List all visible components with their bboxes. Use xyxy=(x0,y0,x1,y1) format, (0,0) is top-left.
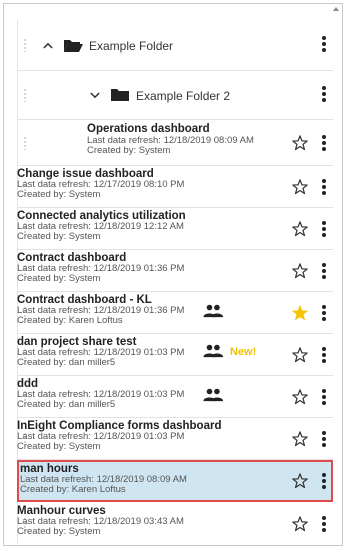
dashboard-created-by: Created by: System xyxy=(87,145,171,156)
dashboard-more-options-icon[interactable] xyxy=(321,221,327,237)
dashboard-created-by: Created by: System xyxy=(17,526,101,537)
star-outline-icon[interactable] xyxy=(291,472,309,490)
dashboard-row[interactable]: Manhour curves Last data refresh: 12/18/… xyxy=(17,503,333,544)
folder-icon xyxy=(111,89,129,101)
dashboard-more-options-icon[interactable] xyxy=(321,179,327,195)
dashboard-row[interactable]: InEight Compliance forms dashboard Last … xyxy=(17,418,333,460)
dashboard-more-options-icon[interactable] xyxy=(321,135,327,151)
dashboard-more-options-icon[interactable] xyxy=(321,431,327,447)
chevron-down-icon[interactable] xyxy=(90,92,100,99)
shared-people-icon xyxy=(203,344,224,358)
chevron-up-icon[interactable] xyxy=(43,42,53,49)
dashboard-title[interactable]: Operations dashboard xyxy=(87,123,210,135)
dashboard-row[interactable]: Contract dashboard - KL Last data refres… xyxy=(17,292,333,334)
dashboard-more-options-icon[interactable] xyxy=(321,389,327,405)
dashboard-row[interactable]: ddd Last data refresh: 12/18/2019 01:03 … xyxy=(17,376,333,418)
folder-row-example-folder-2[interactable]: Example Folder 2 xyxy=(17,71,333,120)
drag-handle-icon[interactable] xyxy=(23,88,27,102)
dashboard-created-by: Created by: Karen Loftus xyxy=(17,315,123,326)
dashboard-created-by: Created by: System xyxy=(17,231,101,242)
dashboard-more-options-icon[interactable] xyxy=(321,305,327,321)
dashboard-more-options-icon[interactable] xyxy=(321,263,327,279)
scroll-up-arrow-icon[interactable] xyxy=(333,6,339,12)
dashboard-created-by: Created by: System xyxy=(17,189,101,200)
star-outline-icon[interactable] xyxy=(291,262,309,280)
dashboard-created-by: Created by: dan miller5 xyxy=(17,357,116,368)
dashboard-row[interactable]: Contract dashboard Last data refresh: 12… xyxy=(17,250,333,292)
drag-handle-icon[interactable] xyxy=(23,136,27,150)
dashboard-more-options-icon[interactable] xyxy=(321,473,327,489)
dashboard-created-by: Created by: System xyxy=(17,441,101,452)
folder-label: Example Folder xyxy=(89,39,174,53)
star-outline-icon[interactable] xyxy=(291,388,309,406)
star-filled-icon[interactable] xyxy=(291,304,309,322)
dashboard-row[interactable]: Change issue dashboard Last data refresh… xyxy=(17,166,333,208)
dashboard-more-options-icon[interactable] xyxy=(321,347,327,363)
star-outline-icon[interactable] xyxy=(291,178,309,196)
new-badge: New! xyxy=(230,346,257,358)
dashboard-more-options-icon[interactable] xyxy=(321,516,327,532)
dashboard-created-by: Created by: Karen Loftus xyxy=(20,484,126,495)
dashboard-row[interactable]: Operations dashboard Last data refresh: … xyxy=(17,120,333,166)
folder-more-options-icon[interactable] xyxy=(321,86,327,102)
star-outline-icon[interactable] xyxy=(291,430,309,448)
dashboard-created-by: Created by: dan miller5 xyxy=(17,399,116,410)
star-outline-icon[interactable] xyxy=(291,134,309,152)
dashboard-row[interactable]: Connected analytics utilization Last dat… xyxy=(17,208,333,250)
folder-more-options-icon[interactable] xyxy=(321,36,327,52)
folder-row-example-folder[interactable]: Example Folder xyxy=(17,20,333,71)
shared-people-icon xyxy=(203,388,224,402)
star-outline-icon[interactable] xyxy=(291,346,309,364)
star-outline-icon[interactable] xyxy=(291,515,309,533)
dashboard-row[interactable]: dan project share test Last data refresh… xyxy=(17,334,333,376)
dashboard-list: Example Folder Example Folder 2 Operatio… xyxy=(17,20,333,544)
drag-handle-icon[interactable] xyxy=(23,38,27,52)
star-outline-icon[interactable] xyxy=(291,220,309,238)
folder-open-icon xyxy=(64,40,83,52)
dashboard-created-by: Created by: System xyxy=(17,273,101,284)
dashboard-row-selected[interactable]: man hours Last data refresh: 12/18/2019 … xyxy=(17,460,333,502)
folder-label: Example Folder 2 xyxy=(136,89,231,103)
shared-people-icon xyxy=(203,304,224,318)
dashboard-list-panel: Example Folder Example Folder 2 Operatio… xyxy=(3,3,343,546)
